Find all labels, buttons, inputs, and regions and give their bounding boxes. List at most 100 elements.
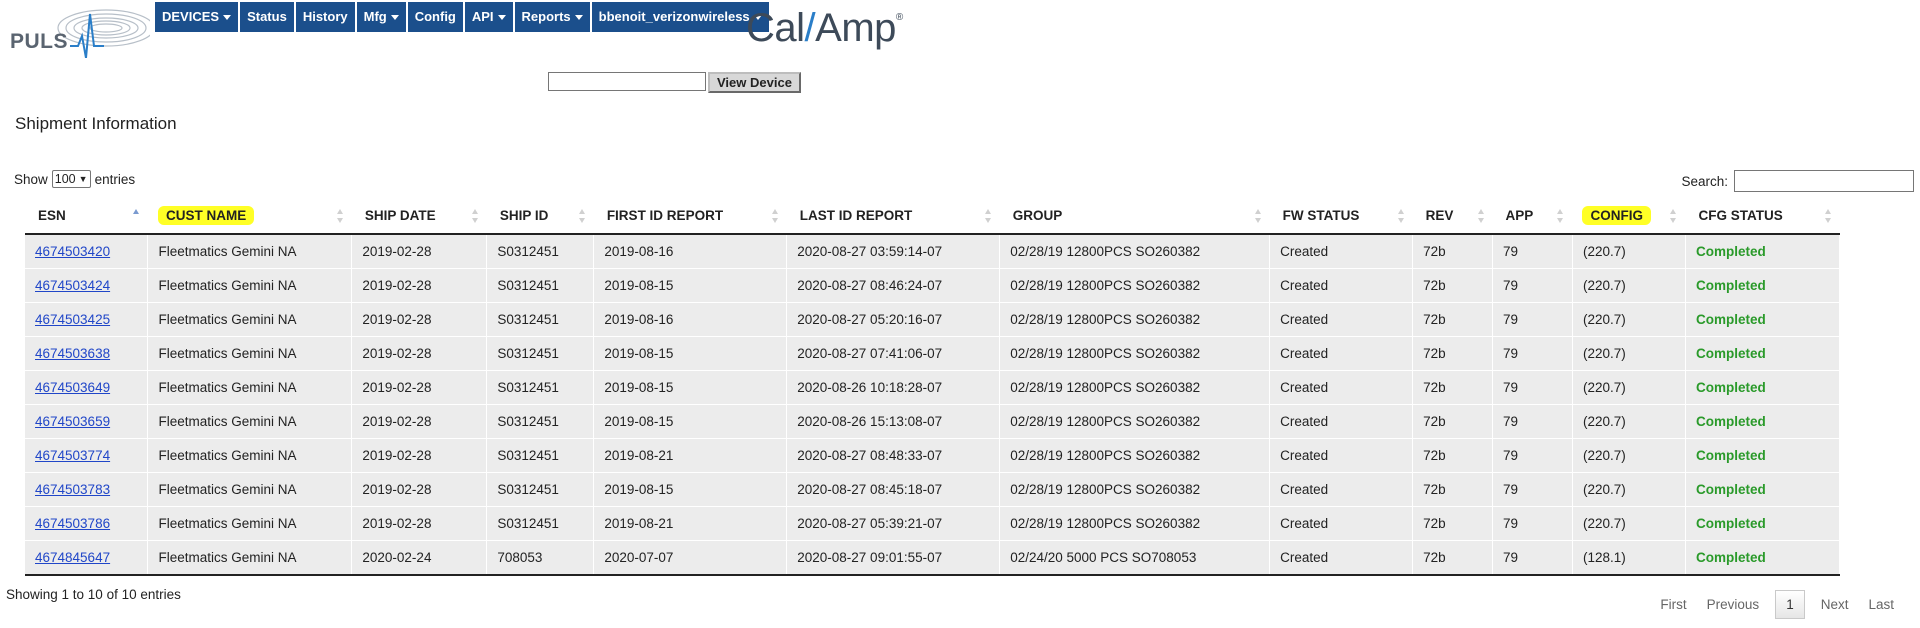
column-header-label: SHIP DATE: [364, 208, 436, 223]
esn-link[interactable]: 4674503425: [35, 312, 110, 327]
puls-wordmark: PULS: [10, 30, 69, 53]
search-label: Search:: [1681, 173, 1728, 189]
cell-group: 02/28/19 12800PCS SO260382: [999, 302, 1271, 337]
cell-ship-date: 2019-02-28: [351, 438, 488, 473]
puls-logo[interactable]: PULS: [8, 6, 150, 58]
cell-cust-name: Fleetmatics Gemini NA: [147, 404, 353, 439]
column-header-esn[interactable]: ESN: [25, 198, 148, 235]
cell-fw-status: Created: [1269, 472, 1414, 507]
cell-config: (220.7): [1572, 438, 1686, 473]
column-header-label: LAST ID REPORT: [799, 208, 913, 223]
column-header-app[interactable]: APP: [1492, 198, 1573, 235]
cell-group: 02/28/19 12800PCS SO260382: [999, 234, 1271, 269]
cell-last-id-report: 2020-08-27 03:59:14-07: [786, 234, 1001, 269]
sort-icon: [1397, 209, 1405, 223]
table-row: 4674503783 Fleetmatics Gemini NA 2019-02-2…: [25, 472, 1841, 507]
search-input[interactable]: [1734, 170, 1914, 192]
esn-link[interactable]: 4674503638: [35, 346, 110, 361]
cell-group: 02/28/19 12800PCS SO260382: [999, 506, 1271, 541]
cell-cfg-status: Completed: [1685, 540, 1841, 576]
nav-reports[interactable]: Reports: [514, 2, 590, 32]
column-header-group[interactable]: GROUP: [999, 198, 1270, 235]
cell-last-id-report: 2020-08-27 08:46:24-07: [786, 268, 1001, 303]
chevron-down-icon: ▼: [78, 174, 88, 184]
cell-cust-name: Fleetmatics Gemini NA: [147, 268, 353, 303]
nav-mfg[interactable]: Mfg: [356, 2, 406, 32]
page-title: Shipment Information: [15, 114, 177, 133]
cell-app: 79: [1492, 404, 1573, 439]
cell-config: (220.7): [1572, 234, 1686, 269]
cell-fw-status: Created: [1269, 370, 1414, 405]
cell-app: 79: [1492, 370, 1573, 405]
cell-config: (128.1): [1572, 540, 1686, 576]
cell-esn: 4674503420: [25, 234, 149, 269]
nav-config[interactable]: Config: [407, 2, 463, 32]
cell-app: 79: [1492, 302, 1573, 337]
cell-esn: 4674503783: [25, 472, 149, 507]
cell-rev: 72b: [1412, 302, 1494, 337]
page-first-button[interactable]: First: [1650, 591, 1696, 618]
cell-esn: 4674503659: [25, 404, 149, 439]
main-nav: DEVICES Status History Mfg Config API Re…: [155, 2, 771, 32]
cell-last-id-report: 2020-08-27 09:01:55-07: [786, 540, 1001, 576]
cell-group: 02/24/20 5000 PCS SO708053: [999, 540, 1271, 576]
calamp-slash-icon: /: [804, 6, 816, 50]
column-header-cfg-status[interactable]: CFG STATUS: [1685, 198, 1840, 235]
esn-link[interactable]: 4674503420: [35, 244, 110, 259]
nav-status[interactable]: Status: [240, 2, 294, 32]
cell-last-id-report: 2020-08-27 07:41:06-07: [786, 336, 1001, 371]
nav-api[interactable]: API: [464, 2, 513, 32]
column-header-label: ESN: [38, 208, 66, 223]
cell-first-id-report: 2019-08-16: [593, 234, 788, 269]
cell-app: 79: [1492, 540, 1573, 576]
esn-link[interactable]: 4674503424: [35, 278, 110, 293]
cell-last-id-report: 2020-08-26 10:18:28-07: [786, 370, 1001, 405]
cell-ship-date: 2019-02-28: [351, 268, 488, 303]
cell-rev: 72b: [1412, 438, 1494, 473]
page-next-button[interactable]: Next: [1811, 591, 1859, 618]
column-header-ship-date[interactable]: SHIP DATE: [351, 198, 487, 235]
cell-first-id-report: 2019-08-15: [593, 370, 788, 405]
esn-link[interactable]: 4674503786: [35, 516, 110, 531]
column-header-ship-id[interactable]: SHIP ID: [486, 198, 594, 235]
esn-link[interactable]: 4674503649: [35, 380, 110, 395]
nav-user-menu[interactable]: bbenoit_verizonwireless: [591, 2, 769, 32]
cell-ship-id: S0312451: [486, 404, 595, 439]
cell-cfg-status: Completed: [1685, 234, 1841, 269]
column-header-label: FW STATUS: [1282, 208, 1360, 223]
nav-history[interactable]: History: [295, 2, 355, 32]
cell-group: 02/28/19 12800PCS SO260382: [999, 404, 1271, 439]
device-search-input[interactable]: [548, 72, 706, 91]
table-header-row: ESN CUST NAME SHIP DATE SHIP ID FIRST ID REP…: [25, 198, 1840, 235]
entries-select[interactable]: 100 ▼: [51, 170, 91, 188]
table-row: 4674503420 Fleetmatics Gemini NA 2019-02-2…: [25, 234, 1841, 269]
cell-first-id-report: 2019-08-15: [593, 336, 788, 371]
cell-cfg-status: Completed: [1685, 268, 1841, 303]
cell-fw-status: Created: [1269, 268, 1414, 303]
page-current-button[interactable]: 1: [1775, 590, 1805, 619]
esn-link[interactable]: 4674503783: [35, 482, 110, 497]
esn-link[interactable]: 4674503659: [35, 414, 110, 429]
cell-fw-status: Created: [1269, 506, 1414, 541]
nav-devices[interactable]: DEVICES: [155, 2, 239, 32]
cell-cfg-status: Completed: [1685, 404, 1841, 439]
column-header-label: CUST NAME: [157, 206, 255, 225]
column-header-config[interactable]: CONFIG: [1572, 198, 1686, 235]
page-previous-button[interactable]: Previous: [1697, 591, 1770, 618]
cell-ship-id: 708053: [486, 540, 595, 576]
cell-rev: 72b: [1412, 540, 1494, 576]
cell-rev: 72b: [1412, 472, 1494, 507]
cell-ship-date: 2019-02-28: [351, 234, 488, 269]
column-header-cust-name[interactable]: CUST NAME: [147, 198, 352, 235]
column-header-first-id-report[interactable]: FIRST ID REPORT: [593, 198, 787, 235]
column-header-last-id-report[interactable]: LAST ID REPORT: [786, 198, 1000, 235]
esn-link[interactable]: 4674503774: [35, 448, 110, 463]
esn-link[interactable]: 4674845647: [35, 550, 110, 565]
view-device-button[interactable]: View Device: [708, 72, 801, 93]
cell-ship-id: S0312451: [486, 234, 595, 269]
column-header-rev[interactable]: REV: [1412, 198, 1493, 235]
cell-last-id-report: 2020-08-27 08:45:18-07: [786, 472, 1001, 507]
column-header-fw-status[interactable]: FW STATUS: [1269, 198, 1413, 235]
cell-app: 79: [1492, 268, 1573, 303]
page-last-button[interactable]: Last: [1858, 591, 1904, 618]
